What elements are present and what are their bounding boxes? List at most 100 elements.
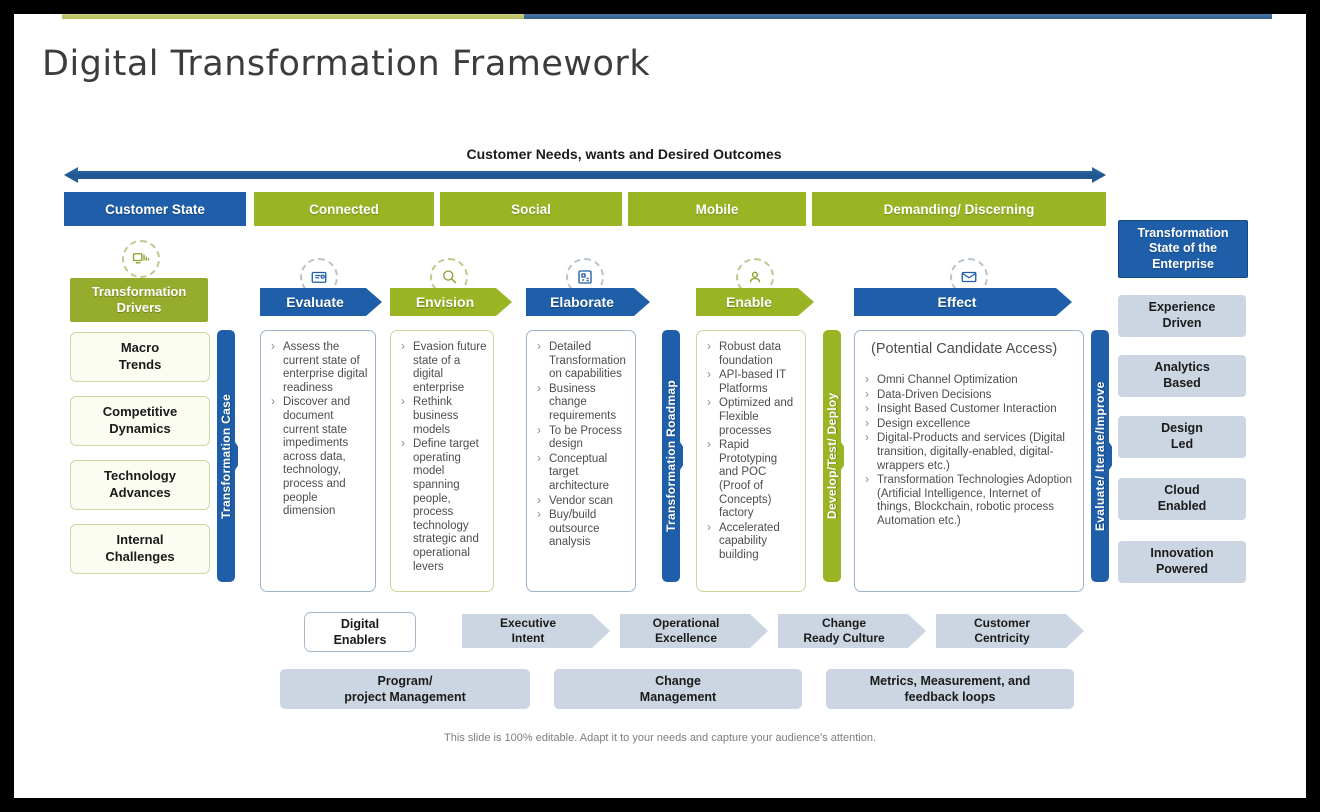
enterprise-state-item-2[interactable]: Design Led <box>1118 416 1246 458</box>
enable-bullet-list: Robust data foundation API-based IT Plat… <box>697 331 805 570</box>
enabler-chevron-label-3: Customer Centricity <box>936 614 1084 648</box>
enabler-chevron-1[interactable]: Operational Excellence <box>620 614 768 648</box>
enterprise-state-item-0[interactable]: Experience Driven <box>1118 295 1246 337</box>
digital-enablers-box[interactable]: Digital Enablers <box>304 612 416 652</box>
document-scan-icon <box>311 271 327 283</box>
customer-state-cell-1[interactable]: Connected <box>254 192 434 226</box>
enterprise-state-header: Transformation State of the Enterprise <box>1118 220 1248 278</box>
enabler-0-line1: Executive <box>499 616 557 630</box>
transformation-drivers-header: Transformation Drivers <box>70 278 208 322</box>
stage-header-enable[interactable]: Enable <box>696 288 814 316</box>
effect-bullet-2: Insight Based Customer Interaction <box>861 402 1077 417</box>
evaluate-bullet-1: Discover and document current state impe… <box>267 395 369 518</box>
enabler-2-line1: Change <box>821 616 866 630</box>
drivers-header-line1: Transformation <box>91 283 187 299</box>
enterprise-state-item-3[interactable]: Cloud Enabled <box>1118 478 1246 520</box>
bottom-box-1[interactable]: Change Management <box>554 669 802 709</box>
enterprise-state-3-line1: Cloud <box>1164 483 1200 498</box>
monitor-chart-icon <box>132 253 150 264</box>
driver-item-0[interactable]: Macro Trends <box>70 332 210 382</box>
stage-header-effect[interactable]: Effect <box>854 288 1072 316</box>
driver-1-line1: Competitive <box>102 404 178 420</box>
enterprise-state-header-line3: Enterprise <box>1152 256 1214 271</box>
enterprise-state-2-line2: Led <box>1170 437 1194 451</box>
enabler-2-line2: Ready Culture <box>803 631 885 645</box>
customer-state-cell-0[interactable]: Customer State <box>64 192 246 226</box>
effect-bullet-4: Digital-Products and services (Digital t… <box>861 431 1077 473</box>
lightbulb-search-icon <box>443 270 457 284</box>
enabler-chevron-label-0: Executive Intent <box>462 614 610 648</box>
effect-subtitle: (Potential Candidate Access) <box>871 341 1058 357</box>
enabler-chevron-0[interactable]: Executive Intent <box>462 614 610 648</box>
driver-item-1[interactable]: Competitive Dynamics <box>70 396 210 446</box>
enterprise-state-item-1[interactable]: Analytics Based <box>1118 355 1246 397</box>
enable-bullet-2: Optimized and Flexible processes <box>703 396 799 438</box>
bottom-box-2[interactable]: Metrics, Measurement, and feedback loops <box>826 669 1074 709</box>
enabler-chevron-label-2: Change Ready Culture <box>778 614 926 648</box>
customer-state-cell-4[interactable]: Demanding/ Discerning <box>812 192 1106 226</box>
connector-develop-test-deploy: Develop/Test/ Deploy <box>820 330 844 582</box>
driver-item-3[interactable]: Internal Challenges <box>70 524 210 574</box>
gear-person-icon <box>749 271 761 283</box>
customer-state-cell-2[interactable]: Social <box>440 192 622 226</box>
framework-diagram: Customer Needs, wants and Desired Outcom… <box>14 14 1306 798</box>
connector-label-1: Transformation Roadmap <box>664 380 678 532</box>
enterprise-state-2-line1: Design <box>1161 421 1203 436</box>
effect-bullet-5: Transformation Technologies Adoption (Ar… <box>861 473 1077 528</box>
enabler-chevron-3[interactable]: Customer Centricity <box>936 614 1084 648</box>
stage-label-elaborate: Elaborate <box>550 294 614 310</box>
transformation-drivers-icon <box>122 240 160 278</box>
enabler-1-line2: Excellence <box>654 631 718 645</box>
stage-header-evaluate[interactable]: Evaluate <box>260 288 382 316</box>
customer-state-cell-3[interactable]: Mobile <box>628 192 806 226</box>
connector-evaluate-iterate-improve: Evaluate/ Iterate/Improve <box>1088 330 1112 582</box>
enterprise-state-header-line2: State of the <box>1148 241 1218 256</box>
customer-needs-heading: Customer Needs, wants and Desired Outcom… <box>466 146 782 162</box>
chart-mail-icon <box>961 271 977 283</box>
enterprise-state-3-line2: Enabled <box>1157 499 1207 513</box>
enable-bullet-0: Robust data foundation <box>703 340 799 368</box>
enabler-0-line2: Intent <box>511 631 545 645</box>
bottom-box-0-line1: Program/ <box>377 673 433 688</box>
bottom-box-0-line2: project Management <box>344 690 466 704</box>
envision-bullet-0: Evasion future state of a digital enterp… <box>397 340 487 395</box>
stage-header-elaborate[interactable]: Elaborate <box>526 288 650 316</box>
effect-bullet-1: Data-Driven Decisions <box>861 388 1077 403</box>
enterprise-state-0-line1: Experience <box>1148 300 1216 315</box>
elaborate-bullet-2: To be Process design <box>533 424 629 452</box>
driver-2-line2: Advances <box>109 485 171 500</box>
enterprise-state-1-line2: Based <box>1163 376 1201 390</box>
bottom-box-0[interactable]: Program/ project Management <box>280 669 530 709</box>
enterprise-state-item-4[interactable]: Innovation Powered <box>1118 541 1246 583</box>
customer-needs-arrow <box>64 167 1106 183</box>
evaluate-bullet-0: Assess the current state of enterprise d… <box>267 340 369 395</box>
digital-enablers-line1: Digital <box>340 616 380 631</box>
enterprise-state-4-line2: Powered <box>1155 562 1209 576</box>
connector-transformation-roadmap: Transformation Roadmap <box>659 330 683 582</box>
driver-item-2[interactable]: Technology Advances <box>70 460 210 510</box>
bottom-box-2-line1: Metrics, Measurement, and <box>869 673 1031 688</box>
connector-transformation-case: Transformation Case <box>214 330 238 582</box>
elaborate-bullet-5: Buy/build outsource analysis <box>533 508 629 550</box>
connector-label-3: Evaluate/ Iterate/Improve <box>1093 381 1107 531</box>
effect-bullet-3: Design excellence <box>861 417 1077 432</box>
stage-content-enable: Robust data foundation API-based IT Plat… <box>696 330 806 592</box>
enterprise-state-4-line1: Innovation <box>1150 546 1214 561</box>
stage-header-envision[interactable]: Envision <box>390 288 512 316</box>
stage-content-envision: Evasion future state of a digital enterp… <box>390 330 494 592</box>
enabler-chevron-label-1: Operational Excellence <box>620 614 768 648</box>
connector-label-2: Develop/Test/ Deploy <box>825 392 839 520</box>
envision-bullet-list: Evasion future state of a digital enterp… <box>391 331 493 581</box>
effect-bullet-0: Omni Channel Optimization <box>861 373 1077 388</box>
elaborate-bullet-0: Detailed Transformation on capabilities <box>533 340 629 382</box>
enabler-1-line1: Operational <box>652 616 720 630</box>
enabler-3-line1: Customer <box>973 616 1030 630</box>
driver-1-line2: Dynamics <box>109 421 171 436</box>
stage-label-envision: Envision <box>415 294 475 310</box>
driver-2-line1: Technology <box>104 468 176 484</box>
stage-content-effect: (Potential Candidate Access) Omni Channe… <box>854 330 1084 592</box>
enterprise-state-header-line1: Transformation <box>1137 225 1229 240</box>
stage-label-evaluate: Evaluate <box>286 294 344 310</box>
stage-label-enable: Enable <box>726 294 772 310</box>
enabler-chevron-2[interactable]: Change Ready Culture <box>778 614 926 648</box>
